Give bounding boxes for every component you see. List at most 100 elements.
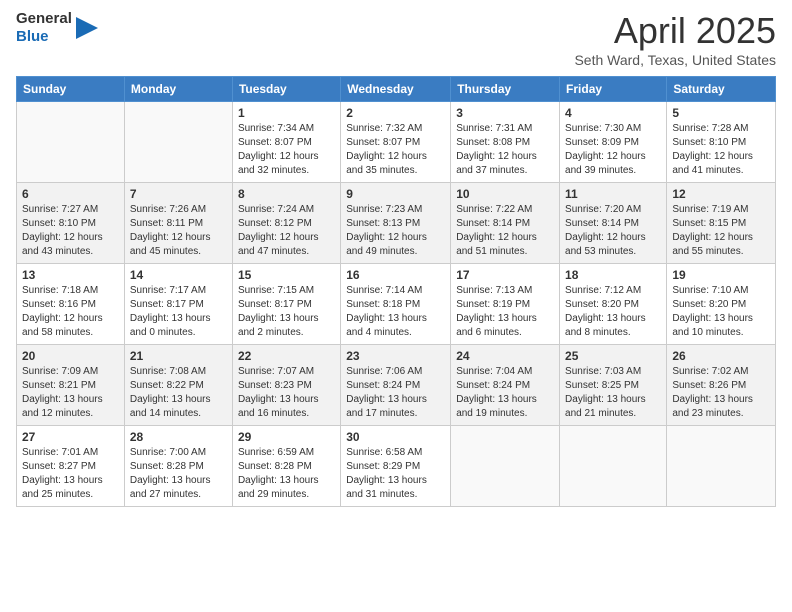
day-number: 20	[22, 349, 119, 363]
calendar-header-row: SundayMondayTuesdayWednesdayThursdayFrid…	[17, 77, 776, 102]
day-info: Sunrise: 7:28 AM Sunset: 8:10 PM Dayligh…	[672, 122, 770, 178]
day-info: Sunrise: 7:07 AM Sunset: 8:23 PM Dayligh…	[238, 365, 335, 421]
day-info: Sunrise: 7:34 AM Sunset: 8:07 PM Dayligh…	[238, 122, 335, 178]
day-number: 14	[130, 268, 227, 282]
day-number: 26	[672, 349, 770, 363]
calendar-header-cell: Wednesday	[341, 77, 451, 102]
day-info: Sunrise: 6:59 AM Sunset: 8:28 PM Dayligh…	[238, 446, 335, 502]
day-number: 21	[130, 349, 227, 363]
day-number: 24	[456, 349, 554, 363]
logo-blue: Blue	[16, 28, 49, 45]
day-number: 19	[672, 268, 770, 282]
day-number: 10	[456, 187, 554, 201]
calendar-day-cell: 25Sunrise: 7:03 AM Sunset: 8:25 PM Dayli…	[560, 345, 667, 426]
calendar-week-row: 20 Sunrise: 7:09 AM Sunset: 8:21 PM Dayli…	[17, 345, 776, 426]
logo-triangle-icon	[76, 17, 98, 39]
logo: General Blue	[16, 10, 98, 47]
day-info: Sunrise: 7:27 AM Sunset: 8:10 PM Dayligh…	[22, 203, 119, 259]
day-info: Sunrise: 7:17 AM Sunset: 8:17 PM Dayligh…	[130, 284, 227, 340]
calendar-day-cell: 2 Sunrise: 7:32 AM Sunset: 8:07 PM Daylig…	[341, 102, 451, 183]
day-info: Sunrise: 7:06 AM Sunset: 8:24 PM Dayligh…	[346, 365, 445, 421]
calendar-day-cell: 26Sunrise: 7:02 AM Sunset: 8:26 PM Dayli…	[667, 345, 776, 426]
calendar-day-cell: 11Sunrise: 7:20 AM Sunset: 8:14 PM Dayli…	[560, 183, 667, 264]
day-info: Sunrise: 7:14 AM Sunset: 8:18 PM Dayligh…	[346, 284, 445, 340]
main-title: April 2025	[574, 10, 776, 52]
day-number: 23	[346, 349, 445, 363]
calendar-day-cell: 22Sunrise: 7:07 AM Sunset: 8:23 PM Dayli…	[232, 345, 340, 426]
calendar-day-cell: 30 Sunrise: 6:58 AM Sunset: 8:29 PM Dayli…	[341, 426, 451, 507]
day-info: Sunrise: 7:09 AM Sunset: 8:21 PM Dayligh…	[22, 365, 119, 421]
calendar-day-cell: 9 Sunrise: 7:23 AM Sunset: 8:13 PM Daylig…	[341, 183, 451, 264]
calendar-day-cell: 8 Sunrise: 7:24 AM Sunset: 8:12 PM Daylig…	[232, 183, 340, 264]
calendar-header-cell: Monday	[124, 77, 232, 102]
day-info: Sunrise: 7:19 AM Sunset: 8:15 PM Dayligh…	[672, 203, 770, 259]
calendar-day-cell: 1 Sunrise: 7:34 AM Sunset: 8:07 PM Daylig…	[232, 102, 340, 183]
day-number: 3	[456, 106, 554, 120]
day-number: 6	[22, 187, 119, 201]
calendar-day-cell: 12Sunrise: 7:19 AM Sunset: 8:15 PM Dayli…	[667, 183, 776, 264]
calendar-day-cell: 5 Sunrise: 7:28 AM Sunset: 8:10 PM Daylig…	[667, 102, 776, 183]
calendar-day-cell: 19Sunrise: 7:10 AM Sunset: 8:20 PM Dayli…	[667, 264, 776, 345]
day-number: 13	[22, 268, 119, 282]
day-info: Sunrise: 7:08 AM Sunset: 8:22 PM Dayligh…	[130, 365, 227, 421]
calendar-day-cell	[560, 426, 667, 507]
day-number: 15	[238, 268, 335, 282]
day-info: Sunrise: 7:18 AM Sunset: 8:16 PM Dayligh…	[22, 284, 119, 340]
day-number: 8	[238, 187, 335, 201]
logo-general: General	[16, 10, 72, 27]
day-number: 9	[346, 187, 445, 201]
calendar-day-cell: 15 Sunrise: 7:15 AM Sunset: 8:17 PM Dayli…	[232, 264, 340, 345]
day-info: Sunrise: 7:01 AM Sunset: 8:27 PM Dayligh…	[22, 446, 119, 502]
day-number: 30	[346, 430, 445, 444]
day-number: 29	[238, 430, 335, 444]
day-number: 17	[456, 268, 554, 282]
day-info: Sunrise: 7:26 AM Sunset: 8:11 PM Dayligh…	[130, 203, 227, 259]
calendar-header-cell: Friday	[560, 77, 667, 102]
calendar-day-cell: 18 Sunrise: 7:12 AM Sunset: 8:20 PM Dayli…	[560, 264, 667, 345]
day-info: Sunrise: 7:32 AM Sunset: 8:07 PM Dayligh…	[346, 122, 445, 178]
calendar-day-cell: 27 Sunrise: 7:01 AM Sunset: 8:27 PM Dayli…	[17, 426, 125, 507]
calendar-day-cell: 23 Sunrise: 7:06 AM Sunset: 8:24 PM Dayli…	[341, 345, 451, 426]
calendar-week-row: 27 Sunrise: 7:01 AM Sunset: 8:27 PM Dayli…	[17, 426, 776, 507]
day-number: 2	[346, 106, 445, 120]
calendar-header-cell: Saturday	[667, 77, 776, 102]
day-number: 28	[130, 430, 227, 444]
day-number: 11	[565, 187, 661, 201]
calendar-day-cell	[667, 426, 776, 507]
day-info: Sunrise: 7:23 AM Sunset: 8:13 PM Dayligh…	[346, 203, 445, 259]
day-info: Sunrise: 7:24 AM Sunset: 8:12 PM Dayligh…	[238, 203, 335, 259]
calendar-day-cell: 13 Sunrise: 7:18 AM Sunset: 8:16 PM Dayli…	[17, 264, 125, 345]
day-number: 25	[565, 349, 661, 363]
calendar-day-cell: 21 Sunrise: 7:08 AM Sunset: 8:22 PM Dayli…	[124, 345, 232, 426]
calendar-week-row: 13 Sunrise: 7:18 AM Sunset: 8:16 PM Dayli…	[17, 264, 776, 345]
calendar-day-cell: 7 Sunrise: 7:26 AM Sunset: 8:11 PM Daylig…	[124, 183, 232, 264]
calendar-day-cell: 17Sunrise: 7:13 AM Sunset: 8:19 PM Dayli…	[451, 264, 560, 345]
calendar-day-cell: 10 Sunrise: 7:22 AM Sunset: 8:14 PM Dayli…	[451, 183, 560, 264]
calendar-day-cell: 14 Sunrise: 7:17 AM Sunset: 8:17 PM Dayli…	[124, 264, 232, 345]
day-info: Sunrise: 7:00 AM Sunset: 8:28 PM Dayligh…	[130, 446, 227, 502]
day-info: Sunrise: 7:15 AM Sunset: 8:17 PM Dayligh…	[238, 284, 335, 340]
day-info: Sunrise: 6:58 AM Sunset: 8:29 PM Dayligh…	[346, 446, 445, 502]
title-block: April 2025 Seth Ward, Texas, United Stat…	[574, 10, 776, 68]
day-number: 5	[672, 106, 770, 120]
calendar-week-row: 1 Sunrise: 7:34 AM Sunset: 8:07 PM Daylig…	[17, 102, 776, 183]
calendar-day-cell: 29 Sunrise: 6:59 AM Sunset: 8:28 PM Dayli…	[232, 426, 340, 507]
calendar-day-cell	[17, 102, 125, 183]
subtitle: Seth Ward, Texas, United States	[574, 52, 776, 68]
calendar-day-cell: 6 Sunrise: 7:27 AM Sunset: 8:10 PM Daylig…	[17, 183, 125, 264]
day-info: Sunrise: 7:31 AM Sunset: 8:08 PM Dayligh…	[456, 122, 554, 178]
calendar-day-cell: 4Sunrise: 7:30 AM Sunset: 8:09 PM Daylig…	[560, 102, 667, 183]
calendar-day-cell: 3 Sunrise: 7:31 AM Sunset: 8:08 PM Daylig…	[451, 102, 560, 183]
calendar-week-row: 6 Sunrise: 7:27 AM Sunset: 8:10 PM Daylig…	[17, 183, 776, 264]
day-number: 27	[22, 430, 119, 444]
calendar-day-cell: 16 Sunrise: 7:14 AM Sunset: 8:18 PM Dayli…	[341, 264, 451, 345]
day-number: 1	[238, 106, 335, 120]
day-info: Sunrise: 7:12 AM Sunset: 8:20 PM Dayligh…	[565, 284, 661, 340]
day-info: Sunrise: 7:22 AM Sunset: 8:14 PM Dayligh…	[456, 203, 554, 259]
day-number: 18	[565, 268, 661, 282]
calendar-header-cell: Thursday	[451, 77, 560, 102]
day-number: 7	[130, 187, 227, 201]
calendar-header-cell: Sunday	[17, 77, 125, 102]
calendar-header-cell: Tuesday	[232, 77, 340, 102]
day-number: 16	[346, 268, 445, 282]
